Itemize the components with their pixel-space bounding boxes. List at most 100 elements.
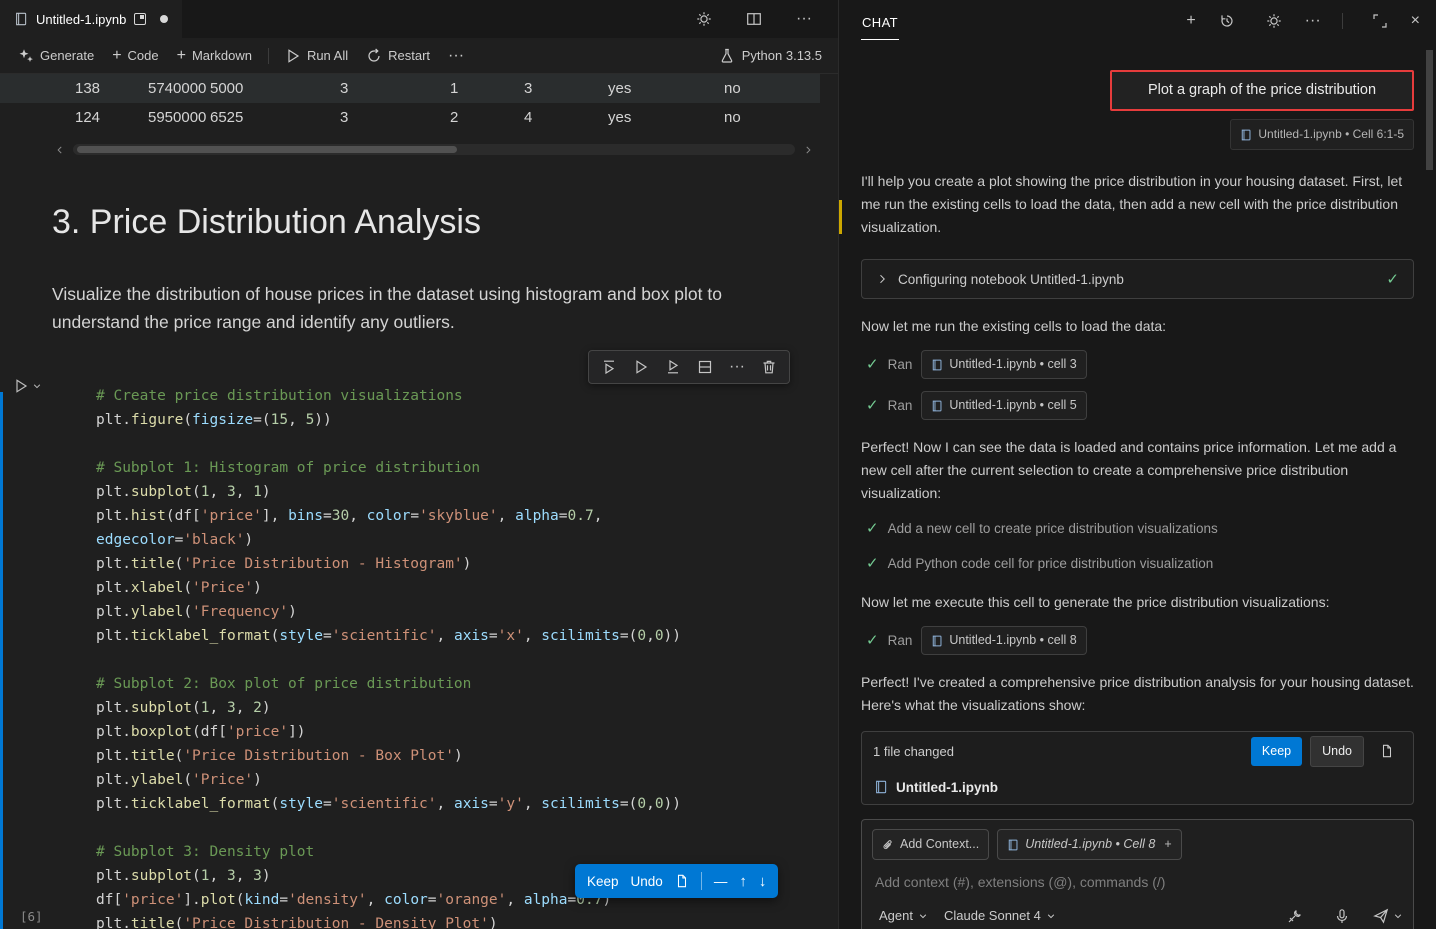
notebook-editor-pane: Untitled-1.ipynb ··· Generate + [0, 0, 838, 929]
history-icon[interactable] [1211, 8, 1243, 34]
keep-button[interactable]: Keep [1251, 737, 1302, 766]
step-row: ✓ Add Python code cell for price distrib… [861, 552, 1414, 575]
maximize-panel-icon[interactable] [1364, 8, 1396, 34]
table-cell: 1 [450, 80, 524, 97]
generate-label: Generate [40, 48, 94, 63]
cell-reference-chip[interactable]: Untitled-1.ipynb • cell 3 [921, 350, 1086, 379]
code-line: # Subplot 3: Density plot [96, 840, 838, 864]
code-line: plt.figure(figsize=(15, 5)) [96, 408, 838, 432]
chat-scrollbar[interactable] [1426, 50, 1433, 170]
table-cell: 4 [524, 109, 608, 126]
table-cell: 3 [340, 80, 450, 97]
success-check-icon: ✓ [866, 357, 879, 372]
scroll-right-icon[interactable] [803, 145, 813, 155]
cell-more-actions-icon[interactable]: ··· [721, 354, 753, 380]
agent-mode-dropdown[interactable]: Agent [872, 902, 935, 929]
delete-cell-icon[interactable] [753, 354, 785, 380]
notebook-file-icon [931, 400, 943, 412]
chat-settings-gear-icon[interactable] [1258, 8, 1290, 34]
execute-cell-icon[interactable] [625, 354, 657, 380]
table-row[interactable]: 13857400005000313yesno [0, 74, 820, 103]
restart-kernel-button[interactable]: Restart [358, 44, 438, 68]
scroll-left-icon[interactable] [55, 145, 65, 155]
kernel-picker[interactable]: Python 3.13.5 [719, 48, 828, 64]
success-check-icon: ✓ [1386, 272, 1399, 287]
table-cell: yes [608, 80, 724, 97]
chat-text-input[interactable]: Add context (#), extensions (@), command… [875, 871, 1400, 894]
code-line: # Subplot 2: Box plot of price distribut… [96, 672, 838, 696]
cell-reference-chip[interactable]: Untitled-1.ipynb • cell 8 [921, 626, 1086, 655]
table-row[interactable]: 12459500006525324yesno [0, 103, 820, 132]
new-chat-icon[interactable]: + [1186, 13, 1195, 29]
undo-button[interactable]: Undo [631, 874, 663, 889]
attachment-label: Untitled-1.ipynb • Cell 8 [1025, 833, 1155, 856]
microphone-icon[interactable] [1326, 903, 1358, 929]
scrollbar-thumb[interactable] [77, 146, 457, 153]
modified-indicator-dot[interactable] [160, 15, 168, 23]
tab-chat[interactable]: CHAT [861, 3, 899, 40]
user-message: Plot a graph of the price distribution [1110, 70, 1414, 111]
execute-above-icon[interactable] [593, 354, 625, 380]
code-lines: # Create price distribution visualizatio… [96, 384, 838, 929]
code-line: edgecolor='black') [96, 528, 838, 552]
notebook-file-icon [14, 12, 28, 26]
run-cell-button[interactable] [13, 378, 42, 394]
chevron-down-icon [1046, 911, 1056, 921]
notebook-file-icon [931, 635, 943, 647]
open-diff-icon[interactable] [675, 874, 689, 888]
table-horizontal-scrollbar[interactable] [55, 144, 813, 155]
next-change-icon[interactable]: ↓ [759, 873, 767, 890]
header-separator [1342, 13, 1343, 29]
execute-below-icon[interactable] [657, 354, 689, 380]
success-check-icon: ✓ [866, 556, 879, 571]
add-code-cell-button[interactable]: + Code [104, 44, 166, 68]
table-cell: 5000 [210, 80, 340, 97]
changed-file-row[interactable]: Untitled-1.ipynb [862, 770, 1413, 804]
kernel-label: Python 3.13.5 [742, 48, 822, 63]
close-panel-icon[interactable]: × [1411, 13, 1420, 29]
add-context-label: Add Context... [900, 833, 979, 856]
table-cell: 5740000 [148, 80, 210, 97]
collapse-icon[interactable]: — [714, 874, 728, 889]
chat-more-icon[interactable]: ··· [1305, 13, 1321, 29]
success-check-icon: ✓ [866, 398, 879, 413]
code-cell: ··· # Create price distribution visualiz… [0, 370, 838, 929]
send-button[interactable] [1373, 908, 1403, 924]
keep-button[interactable]: Keep [587, 874, 619, 889]
undo-button[interactable]: Undo [1310, 736, 1364, 767]
split-editor-icon[interactable] [738, 6, 770, 32]
ran-cell-row: ✓ Ran Untitled-1.ipynb • cell 3 [861, 350, 1414, 379]
table-cell: 2 [450, 109, 524, 126]
file-changes-header: 1 file changed Keep Undo [862, 732, 1413, 770]
tab-untitled-1-ipynb[interactable]: Untitled-1.ipynb [0, 0, 182, 38]
table-cell: no [724, 109, 824, 126]
notebook-file-icon [931, 359, 943, 371]
chat-input-box[interactable]: Add Context... Untitled-1.ipynb • Cell 8… [861, 819, 1414, 929]
table-cell: yes [608, 109, 724, 126]
more-actions-icon[interactable]: ··· [788, 6, 820, 32]
tools-icon[interactable] [1279, 903, 1311, 929]
file-changes-actions: Keep Undo [1251, 736, 1402, 767]
table-cell: no [724, 80, 824, 97]
generate-button[interactable]: Generate [10, 44, 102, 68]
cell-reference-label: Untitled-1.ipynb • cell 3 [949, 353, 1076, 376]
step-label: Add Python code cell for price distribut… [888, 552, 1214, 575]
user-context-chip[interactable]: Untitled-1.ipynb • Cell 6:1-5 [1230, 119, 1414, 150]
assistant-paragraph: Perfect! I've created a comprehensive pr… [861, 671, 1414, 717]
code-editor[interactable]: # Create price distribution visualizatio… [55, 370, 838, 929]
chevron-down-icon [1393, 911, 1403, 921]
cell-reference-chip[interactable]: Untitled-1.ipynb • cell 5 [921, 391, 1086, 420]
scrollbar-track[interactable] [73, 144, 795, 155]
previous-change-icon[interactable]: ↑ [739, 873, 747, 890]
configuring-notebook-row[interactable]: Configuring notebook Untitled-1.ipynb ✓ [861, 259, 1414, 299]
settings-gear-icon[interactable] [688, 6, 720, 32]
attached-cell-chip[interactable]: Untitled-1.ipynb • Cell 8 + [997, 829, 1181, 860]
model-picker-dropdown[interactable]: Claude Sonnet 4 [937, 902, 1063, 929]
split-cell-icon[interactable] [689, 354, 721, 380]
add-attachment-icon[interactable]: + [1164, 833, 1171, 856]
run-all-button[interactable]: Run All [277, 44, 356, 68]
add-context-button[interactable]: Add Context... [872, 829, 989, 860]
add-markdown-cell-button[interactable]: + Markdown [169, 44, 260, 68]
open-changes-icon[interactable] [1372, 739, 1402, 763]
toolbar-more-icon[interactable]: ··· [440, 44, 472, 68]
